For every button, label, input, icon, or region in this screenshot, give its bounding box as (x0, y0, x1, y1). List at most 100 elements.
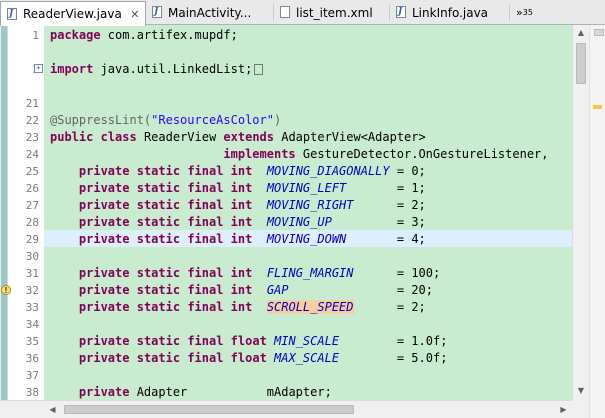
scroll-right-icon[interactable]: ▶ (555, 401, 572, 418)
line-number: 38 (25, 386, 39, 399)
code-token: final (187, 198, 224, 212)
vertical-scrollbar[interactable]: ▲ ▼ (572, 25, 589, 400)
code-text: private static final int MOVING_RIGHT = … (50, 197, 426, 214)
tab-readerview[interactable]: J ReaderView.java ✕ (0, 1, 146, 26)
fold-expand-icon[interactable]: + (34, 64, 43, 73)
tab-linkinfo[interactable]: J LinkInfo.java (390, 1, 510, 24)
code-editor[interactable]: 1package com.artifex.mupdf;3+import java… (0, 25, 605, 418)
code-line[interactable]: 32 private static final int GAP = 20; (0, 282, 605, 299)
code-token: ReaderView (136, 130, 224, 144)
code-token: "ResourceAsColor" (151, 113, 274, 127)
code-line[interactable]: 3+import java.util.LinkedList; (0, 61, 605, 78)
code-token: MOVING_UP (266, 215, 332, 229)
code-text: private static final int MOVING_DIAGONAL… (50, 163, 426, 180)
code-token: static (136, 164, 181, 178)
code-line[interactable]: 38 private Adapter mAdapter; (0, 384, 605, 401)
line-number: 29 (25, 233, 39, 246)
tab-list-item-xml[interactable]: list_item.xml (274, 1, 390, 24)
code-token: MOVING_LEFT (266, 181, 347, 195)
tab-label: ReaderView.java (23, 7, 122, 21)
code-line[interactable]: 24 implements GestureDetector.OnGestureL… (0, 146, 605, 163)
code-token: = 1.0f; (339, 334, 448, 348)
code-line[interactable]: 33 private static final int SCROLL_SPEED… (0, 299, 605, 316)
code-token: = 20; (288, 283, 433, 297)
tab-overflow-button[interactable]: » 35 (516, 1, 556, 24)
overview-position-marker (594, 29, 604, 36)
code-text: public class ReaderView extends AdapterV… (50, 129, 426, 146)
horizontal-scroll-thumb[interactable] (64, 405, 354, 414)
code-text: private static final int MOVING_UP = 3; (50, 214, 426, 231)
code-line[interactable]: 29 private static final int MOVING_DOWN … (0, 231, 605, 248)
code-line[interactable]: 27 private static final int MOVING_RIGHT… (0, 197, 605, 214)
code-token: final (187, 334, 224, 348)
tab-mainactivity[interactable]: J MainActivity... (146, 1, 274, 24)
code-text: private static final int GAP = 20; (50, 282, 433, 299)
vertical-scroll-thumb[interactable] (576, 43, 586, 84)
overview-ruler[interactable] (589, 25, 605, 418)
editor-tab-bar: J ReaderView.java ✕ J MainActivity... li… (0, 0, 605, 26)
code-token: java.util.LinkedList; (93, 62, 253, 76)
code-token: = 5.0f; (339, 351, 448, 365)
chevron-right-icon: » (516, 6, 523, 19)
code-line[interactable]: 37 (0, 367, 605, 384)
code-token: final (187, 351, 224, 365)
code-token: private (78, 283, 130, 297)
code-token: final (187, 232, 224, 246)
code-line[interactable]: 21 (0, 95, 605, 112)
scroll-left-icon[interactable]: ◀ (44, 401, 61, 418)
line-number: 21 (25, 97, 39, 110)
code-text: private static final int MOVING_LEFT = 1… (50, 180, 426, 197)
code-text: private static final float MAX_SCALE = 5… (50, 350, 448, 367)
overview-warning-marker[interactable] (593, 105, 602, 109)
code-token: = 0; (389, 164, 426, 178)
scroll-down-icon[interactable]: ▼ (573, 383, 589, 399)
code-token: static (136, 198, 181, 212)
code-token: = 100; (353, 266, 441, 280)
code-token: static (136, 181, 181, 195)
line-number: 31 (25, 267, 39, 280)
code-line[interactable]: 23 public class ReaderView extends Adapte… (0, 129, 605, 146)
code-line[interactable]: 25 private static final int MOVING_DIAGO… (0, 163, 605, 180)
code-token: = 4; (346, 232, 426, 246)
code-line[interactable]: 36 private static final float MAX_SCALE … (0, 350, 605, 367)
collapsed-region-icon[interactable] (254, 64, 264, 75)
code-line[interactable]: 22 @SuppressLint("ResourceAsColor") (0, 112, 605, 129)
tab-label: MainActivity... (168, 5, 252, 20)
code-line[interactable]: 30 (0, 248, 605, 265)
line-number: 1 (32, 29, 39, 42)
code-token: mAdapter (266, 385, 325, 399)
hidden-tab-count: 35 (522, 8, 533, 17)
code-token: extends (223, 130, 274, 144)
horizontal-scrollbar[interactable]: ◀ ▶ (44, 400, 572, 418)
code-line[interactable]: 1 package com.artifex.mupdf; (0, 27, 605, 44)
code-token: float (230, 351, 267, 365)
code-line[interactable]: 35 private static final float MIN_SCALE … (0, 333, 605, 350)
close-icon[interactable]: ✕ (129, 8, 141, 21)
code-line[interactable]: 26 private static final int MOVING_LEFT … (0, 180, 605, 197)
svg-text:!: ! (4, 286, 8, 295)
code-line[interactable]: 31 private static final int FLING_MARGIN… (0, 265, 605, 282)
code-token: package (50, 28, 101, 42)
code-text: private static final int FLING_MARGIN = … (50, 265, 440, 282)
code-line[interactable]: 34 (0, 316, 605, 333)
code-token: int (230, 164, 253, 178)
scroll-up-icon[interactable]: ▲ (573, 25, 589, 41)
warning-icon[interactable]: ! (1, 284, 13, 296)
code-line[interactable]: 28 private static final int MOVING_UP = … (0, 214, 605, 231)
code-token: = 1; (346, 181, 426, 195)
